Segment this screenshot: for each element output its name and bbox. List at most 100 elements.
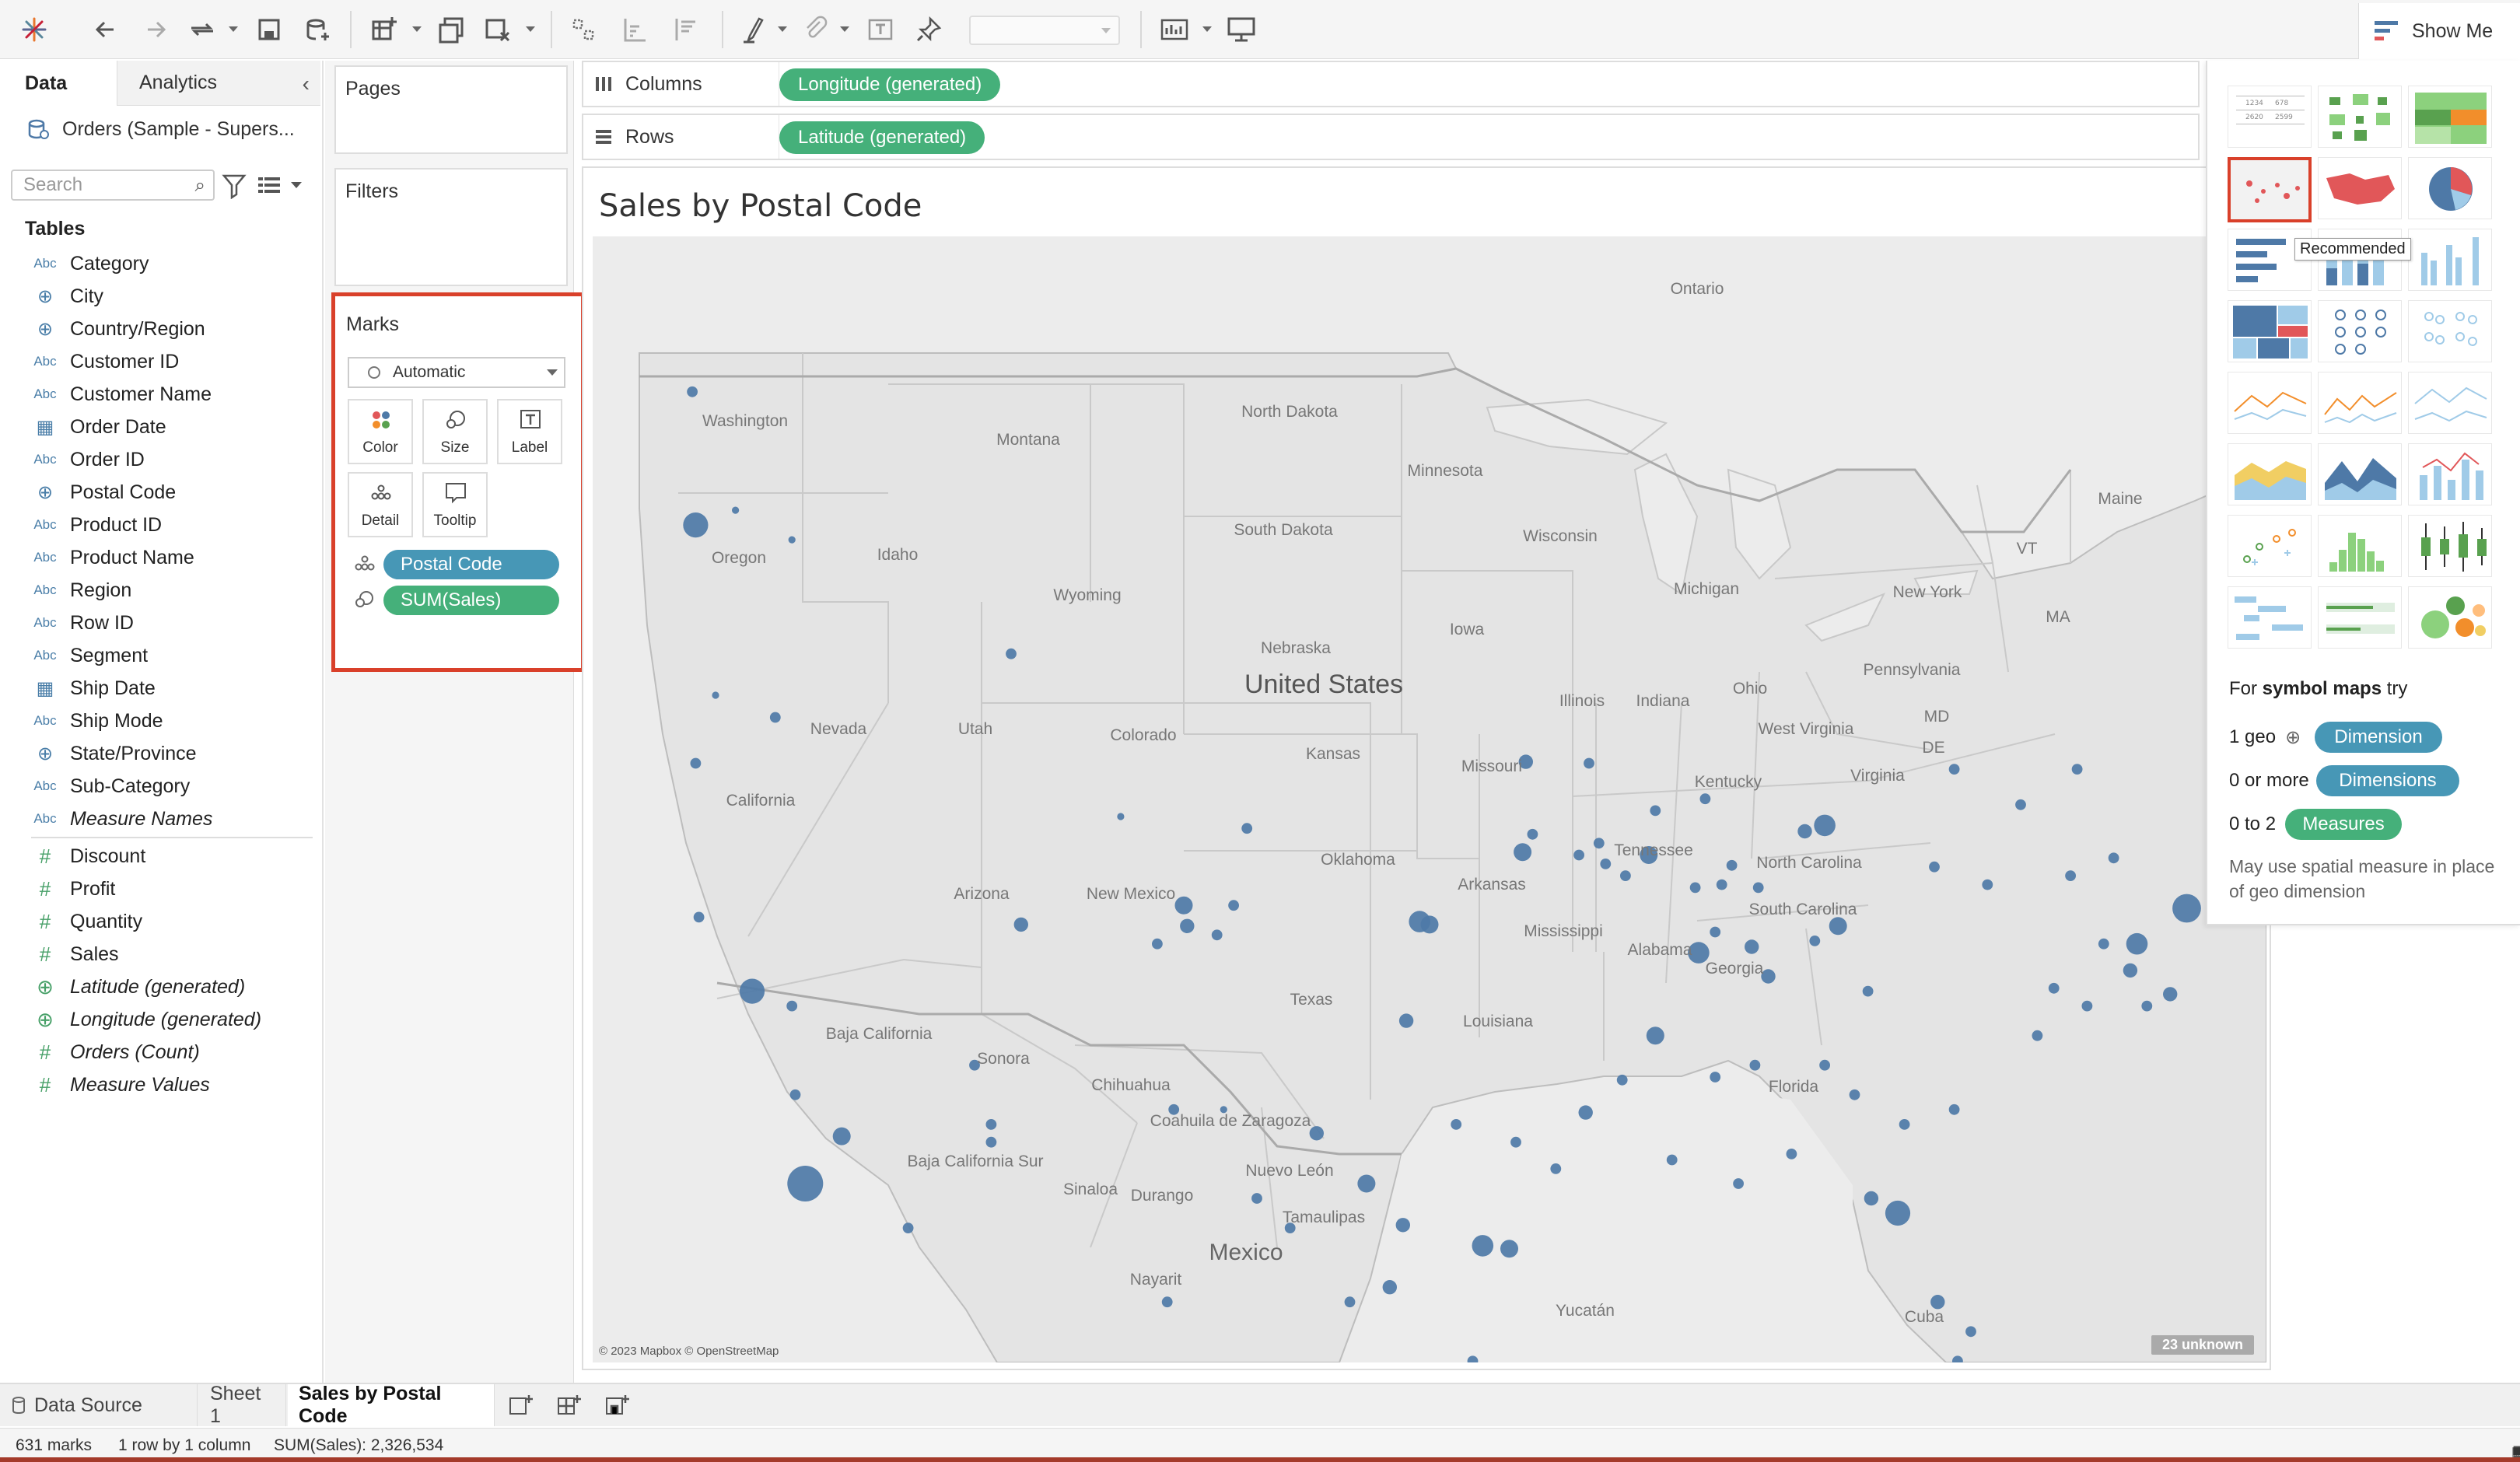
postal-code-mark[interactable] xyxy=(832,1127,851,1145)
show-labels-icon[interactable] xyxy=(862,11,899,48)
scatter-plot-icon[interactable] xyxy=(2228,515,2312,577)
filter-icon[interactable] xyxy=(221,171,247,199)
postal-code-mark[interactable] xyxy=(1616,1074,1628,1086)
postal-code-mark[interactable] xyxy=(1710,926,1721,938)
tab-sales-by-postal-code[interactable]: Sales by Postal Code xyxy=(288,1383,495,1427)
postal-code-mark[interactable] xyxy=(2163,987,2178,1002)
field-item[interactable]: ⊕ Country/Region xyxy=(0,313,322,345)
histogram-icon[interactable] xyxy=(2318,515,2402,577)
chevron-down-icon[interactable] xyxy=(1101,28,1111,33)
replay-icon[interactable] xyxy=(184,11,221,48)
postal-code-mark[interactable] xyxy=(1357,1174,1376,1193)
postal-code-mark[interactable] xyxy=(902,1222,914,1233)
postal-code-mark[interactable] xyxy=(1864,1191,1879,1206)
filled-map-icon[interactable] xyxy=(2318,157,2402,219)
postal-code-mark[interactable] xyxy=(687,386,698,397)
postal-code-mark[interactable] xyxy=(1726,859,1738,871)
highlight-table-icon[interactable] xyxy=(2408,86,2492,148)
collapse-pane-icon[interactable]: ‹ xyxy=(303,72,310,96)
area-continuous-icon[interactable] xyxy=(2228,443,2312,505)
postal-code-mark[interactable] xyxy=(1948,1103,1960,1115)
latitude-pill[interactable]: Latitude (generated) xyxy=(779,121,985,154)
postal-code-mark[interactable] xyxy=(1395,1218,1411,1233)
postal-code-mark[interactable] xyxy=(2065,870,2076,881)
postal-code-mark[interactable] xyxy=(1646,1027,1664,1045)
postal-code-mark[interactable] xyxy=(1514,843,1532,862)
postal-code-mark[interactable] xyxy=(985,1136,997,1148)
postal-code-mark[interactable] xyxy=(1749,1059,1761,1071)
postal-code-pill[interactable]: Postal Code xyxy=(383,550,559,579)
search-input[interactable]: Search ⌕ xyxy=(11,170,215,201)
columns-shelf[interactable]: Columns Longitude (generated) xyxy=(582,61,2200,107)
postal-code-mark[interactable] xyxy=(2048,982,2060,994)
field-item[interactable]: Abc Ship Mode xyxy=(0,705,322,737)
postal-code-mark[interactable] xyxy=(786,1000,798,1012)
postal-code-mark[interactable] xyxy=(1797,824,1812,839)
field-item[interactable]: Abc Region xyxy=(0,574,322,607)
chevron-down-icon[interactable] xyxy=(778,26,787,32)
field-item[interactable]: # Orders (Count) xyxy=(0,1036,322,1069)
postal-code-mark[interactable] xyxy=(1600,859,1612,869)
field-item[interactable]: ⊕ City xyxy=(0,280,322,313)
postal-code-mark[interactable] xyxy=(1500,1240,1518,1258)
chevron-down-icon[interactable] xyxy=(291,182,302,188)
side-by-side-circles-icon[interactable] xyxy=(2408,300,2492,362)
detail-button[interactable]: Detail xyxy=(348,472,413,537)
packed-bubbles-icon[interactable] xyxy=(2408,586,2492,649)
fit-dropdown[interactable] xyxy=(969,16,1120,45)
field-item[interactable]: # Discount xyxy=(0,840,322,873)
symbol-map[interactable]: Ontario Washington Montana North Dakota Minn… xyxy=(593,236,2266,1362)
redo-icon[interactable] xyxy=(137,11,174,48)
field-item[interactable]: Abc Row ID xyxy=(0,607,322,639)
postal-code-mark[interactable] xyxy=(1929,861,1940,873)
postal-code-mark[interactable] xyxy=(1752,882,1764,894)
tab-sheet1[interactable]: Sheet 1 xyxy=(199,1383,286,1427)
map-canvas[interactable] xyxy=(593,236,2266,1362)
field-item[interactable]: ▦ Order Date xyxy=(0,411,322,443)
field-item[interactable]: ▦ Ship Date xyxy=(0,672,322,705)
filters-shelf[interactable]: Filters xyxy=(334,168,568,286)
field-item[interactable]: Abc Category xyxy=(0,247,322,280)
sum-sales-pill[interactable]: SUM(Sales) xyxy=(383,586,559,615)
postal-code-mark[interactable] xyxy=(2172,894,2201,923)
sort-ascending-icon[interactable] xyxy=(616,11,653,48)
postal-code-mark[interactable] xyxy=(1550,1163,1562,1174)
postal-code-mark[interactable] xyxy=(1710,1072,1721,1083)
field-item[interactable]: # Profit xyxy=(0,873,322,905)
new-dashboard-icon[interactable] xyxy=(557,1394,583,1417)
longitude-pill[interactable]: Longitude (generated) xyxy=(779,68,1001,101)
postal-code-mark[interactable] xyxy=(1451,1119,1462,1130)
color-button[interactable]: Color xyxy=(348,399,413,464)
view-options-icon[interactable] xyxy=(257,174,283,198)
box-whisker-icon[interactable] xyxy=(2408,515,2492,577)
side-by-side-bar-icon[interactable] xyxy=(2408,229,2492,291)
postal-code-mark[interactable] xyxy=(2015,799,2026,810)
postal-code-mark[interactable] xyxy=(1584,757,1594,769)
new-worksheet-icon[interactable] xyxy=(509,1394,535,1417)
postal-code-mark[interactable] xyxy=(2123,963,2138,978)
new-story-icon[interactable] xyxy=(605,1394,632,1417)
postal-code-mark[interactable] xyxy=(1152,938,1163,950)
size-button[interactable]: Size xyxy=(422,399,488,464)
clear-sheet-icon[interactable] xyxy=(479,11,516,48)
field-item[interactable]: # Measure Values xyxy=(0,1069,322,1101)
postal-code-mark[interactable] xyxy=(1666,1154,1678,1166)
postal-code-mark[interactable] xyxy=(2071,764,2083,775)
postal-code-mark[interactable] xyxy=(787,1166,824,1201)
postal-code-mark[interactable] xyxy=(1699,793,1711,805)
field-item[interactable]: ⊕ Longitude (generated) xyxy=(0,1003,322,1036)
field-item[interactable]: ⊕ Postal Code xyxy=(0,476,322,509)
postal-code-mark[interactable] xyxy=(1593,838,1605,849)
postal-code-mark[interactable] xyxy=(1228,900,1239,911)
postal-code-mark[interactable] xyxy=(2098,938,2109,950)
line-continuous-icon[interactable] xyxy=(2318,372,2402,434)
postal-code-mark[interactable] xyxy=(1251,1193,1262,1204)
pie-chart-icon[interactable] xyxy=(2408,157,2492,219)
bullet-graph-icon[interactable] xyxy=(2318,586,2402,649)
postal-code-mark[interactable] xyxy=(1180,918,1195,933)
postal-code-mark[interactable] xyxy=(1809,936,1821,946)
datasource-item[interactable]: Orders (Sample - Supers... xyxy=(26,112,314,146)
tab-data-source[interactable]: Data Source xyxy=(0,1384,198,1426)
dual-line-icon[interactable] xyxy=(2408,372,2492,434)
tooltip-button[interactable]: Tooltip xyxy=(422,472,488,537)
